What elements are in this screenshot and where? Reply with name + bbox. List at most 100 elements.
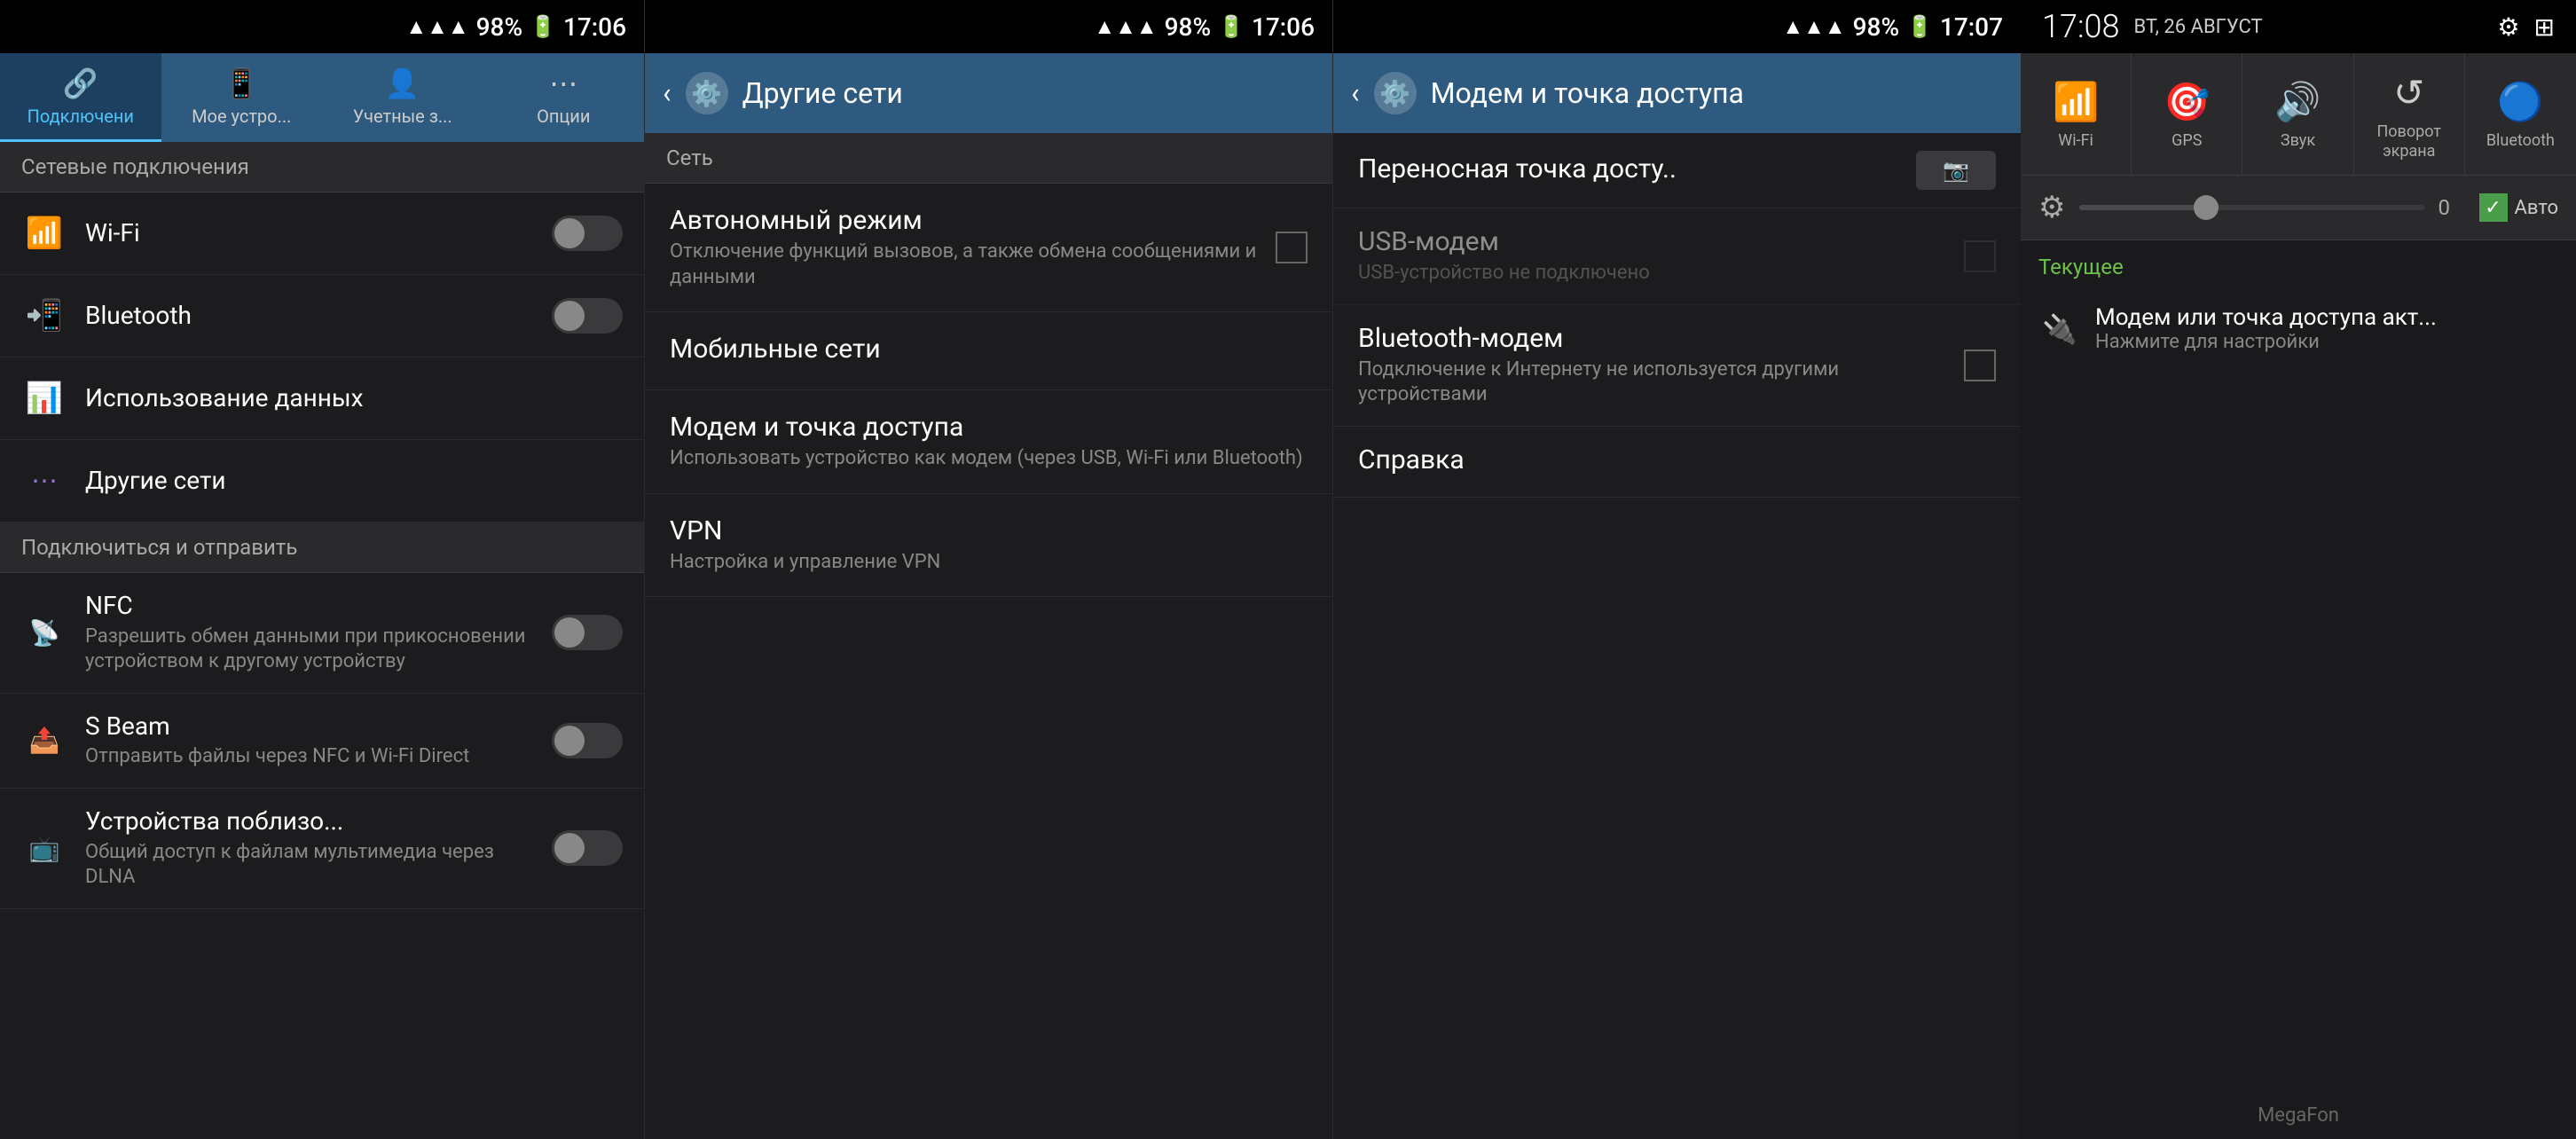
brightness-knob[interactable] — [2194, 195, 2219, 220]
battery-icon-2: 🔋 — [1218, 14, 1245, 39]
brightness-auto[interactable]: ✓ Авто — [2479, 193, 2558, 222]
modem-hotspot-header: ‹ ⚙️ Модем и точка доступа — [1333, 53, 2021, 133]
signal-icon-2: ▲▲▲ — [1094, 14, 1157, 40]
tethering-content: Модем и точка доступа Использовать устро… — [670, 412, 1308, 472]
tab-my-device[interactable]: 📱 Мое устро... — [161, 53, 323, 142]
nfc-toggle[interactable] — [552, 615, 623, 650]
other-networks-title: Другие сети — [742, 76, 903, 110]
notif-usb-icon: 🔌 — [2038, 308, 2081, 350]
list-item-wifi[interactable]: 📶 Wi-Fi — [0, 192, 644, 275]
brightness-row: ⚙ 0 ✓ Авто — [2021, 176, 2576, 240]
qs-tile-bluetooth[interactable]: 🔵 Bluetooth — [2465, 53, 2576, 175]
accounts-tab-icon: 👤 — [385, 67, 420, 100]
data-usage-icon: 📊 — [21, 375, 67, 421]
airplane-mode-item[interactable]: Автономный режим Отключение функций вызо… — [645, 184, 1332, 312]
grid-icon[interactable]: ⊞ — [2534, 12, 2555, 42]
data-usage-title: Использование данных — [85, 383, 623, 413]
qs-gps-icon: 🎯 — [2164, 81, 2210, 124]
qs-tile-wifi[interactable]: 📶 Wi-Fi — [2021, 53, 2132, 175]
qs-tile-sound[interactable]: 🔊 Звук — [2242, 53, 2353, 175]
wifi-toggle[interactable] — [552, 216, 623, 251]
tab-options[interactable]: ⋯ Опции — [483, 53, 645, 142]
settings-icon[interactable]: ⚙ — [2497, 12, 2519, 42]
back-button-3[interactable]: ‹ — [1351, 76, 1360, 110]
usb-modem-checkbox[interactable] — [1964, 240, 1996, 272]
notification-item[interactable]: 🔌 Модем или точка доступа акт... Нажмите… — [2038, 290, 2558, 367]
signal-icon-1: ▲▲▲ — [405, 14, 468, 40]
list-item-data-usage[interactable]: 📊 Использование данных — [0, 357, 644, 440]
connections-tab-icon: 🔗 — [63, 67, 98, 100]
qs-wifi-label: Wi-Fi — [2058, 131, 2093, 151]
camera-icon: 📷 — [1943, 158, 1969, 183]
brightness-fill — [2079, 205, 2200, 210]
brightness-slider[interactable] — [2079, 205, 2423, 210]
qs-status-icons: ⚙ ⊞ — [2497, 12, 2555, 42]
panel-connections: ▲▲▲ 98% 🔋 17:06 🔗 Подключени 📱 Мое устро… — [0, 0, 644, 1139]
status-bar-3: ▲▲▲ 98% 🔋 17:07 — [1333, 0, 2021, 53]
bluetooth-toggle[interactable] — [552, 298, 623, 334]
airplane-subtitle: Отключение функций вызовов, а также обме… — [670, 240, 1261, 290]
connections-tab-label: Подключени — [27, 106, 134, 127]
tethering-subtitle: Использовать устройство как модем (через… — [670, 446, 1308, 472]
help-item[interactable]: Справка — [1333, 427, 2021, 498]
settings-tabs: 🔗 Подключени 📱 Мое устро... 👤 Учетные з.… — [0, 53, 644, 142]
data-usage-text: Использование данных — [85, 383, 623, 413]
list-item-bluetooth[interactable]: 📲 Bluetooth — [0, 275, 644, 357]
portable-hotspot-toggle[interactable]: 📷 — [1916, 151, 1996, 190]
qs-tile-gps[interactable]: 🎯 GPS — [2132, 53, 2242, 175]
bt-modem-subtitle: Подключение к Интернету не используется … — [1358, 357, 1950, 408]
device-tab-icon: 📱 — [224, 67, 259, 100]
battery-1: 98% — [476, 12, 522, 42]
nearby-toggle[interactable] — [552, 830, 623, 866]
qs-rotate-label: Поворот экрана — [2361, 122, 2457, 161]
nfc-title: NFC — [85, 591, 534, 621]
bt-modem-item[interactable]: Bluetooth-модем Подключение к Интернету … — [1333, 305, 2021, 427]
portable-hotspot-title: Переносная точка досту.. — [1358, 153, 1902, 185]
portable-hotspot-content: Переносная точка досту.. — [1358, 153, 1902, 188]
auto-checkbox[interactable]: ✓ — [2479, 193, 2508, 222]
portable-hotspot-item[interactable]: Переносная точка досту.. 📷 — [1333, 133, 2021, 208]
back-button-2[interactable]: ‹ — [663, 76, 671, 110]
tab-accounts[interactable]: 👤 Учетные з... — [322, 53, 483, 142]
sbeam-title: S Beam — [85, 711, 534, 742]
usb-modem-item[interactable]: USB-модем USB-устройство не подключено — [1333, 208, 2021, 305]
list-item-nearby[interactable]: 📺 Устройства поблизо... Общий доступ к ф… — [0, 789, 644, 909]
section-network-header: Сетевые подключения — [0, 142, 644, 192]
mobile-content: Мобильные сети — [670, 334, 1308, 368]
nearby-toggle-knob — [554, 833, 585, 863]
network-section-header: Сеть — [645, 133, 1332, 184]
mobile-networks-item[interactable]: Мобильные сети — [645, 312, 1332, 390]
sbeam-toggle[interactable] — [552, 723, 623, 758]
list-item-sbeam[interactable]: 📤 S Beam Отправить файлы через NFC и Wi-… — [0, 694, 644, 789]
signal-icon-3: ▲▲▲ — [1782, 14, 1845, 40]
status-bar-1: ▲▲▲ 98% 🔋 17:06 — [0, 0, 644, 53]
list-item-nfc[interactable]: 📡 NFC Разрешить обмен данными при прикос… — [0, 573, 644, 694]
wifi-text: Wi-Fi — [85, 218, 534, 248]
airplane-checkbox[interactable] — [1276, 232, 1308, 263]
qs-tile-rotate[interactable]: ↺ Поворот экрана — [2354, 53, 2465, 175]
vpn-item[interactable]: VPN Настройка и управление VPN — [645, 494, 1332, 598]
nearby-icon: 📺 — [21, 825, 67, 871]
qs-sound-icon: 🔊 — [2274, 81, 2321, 124]
tab-connections[interactable]: 🔗 Подключени — [0, 53, 161, 142]
airplane-content: Автономный режим Отключение функций вызо… — [670, 205, 1261, 290]
status-bar-2: ▲▲▲ 98% 🔋 17:06 — [645, 0, 1332, 53]
nfc-text: NFC Разрешить обмен данными при прикосно… — [85, 591, 534, 675]
other-networks-icon: ⋯ — [21, 458, 67, 504]
bluetooth-title: Bluetooth — [85, 301, 534, 331]
nfc-icon: 📡 — [21, 609, 67, 656]
qs-sound-label: Звук — [2281, 131, 2315, 151]
other-networks-title: Другие сети — [85, 466, 623, 496]
usb-modem-content: USB-модем USB-устройство не подключено — [1358, 226, 1950, 287]
bt-modem-checkbox[interactable] — [1964, 350, 1996, 381]
list-item-other-networks[interactable]: ⋯ Другие сети — [0, 440, 644, 522]
battery-3: 98% — [1853, 12, 1899, 42]
wifi-icon: 📶 — [21, 210, 67, 256]
tethering-item[interactable]: Модем и точка доступа Использовать устро… — [645, 390, 1332, 494]
time-2: 17:06 — [1252, 12, 1315, 42]
other-networks-text: Другие сети — [85, 466, 623, 496]
current-label: Текущее — [2038, 255, 2558, 279]
section-connect-header: Подключиться и отправить — [0, 522, 644, 573]
bluetooth-toggle-knob — [554, 301, 585, 331]
sbeam-icon: 📤 — [21, 718, 67, 764]
